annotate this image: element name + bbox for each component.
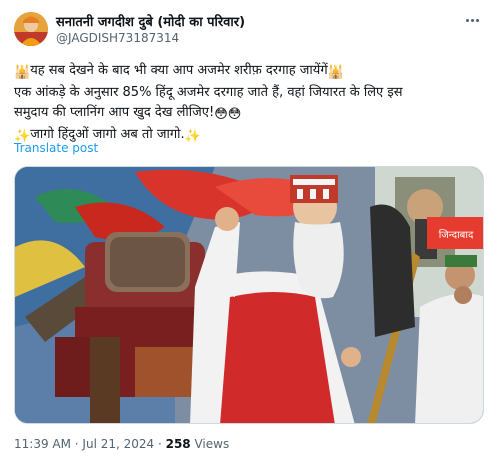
- tweet-line-2: एक आंकड़े के अनुसार 85% हिंदू अजमेर दरगा…: [14, 83, 484, 103]
- views-label: Views: [190, 437, 230, 451]
- author-avatar[interactable]: [14, 12, 48, 46]
- mosque-emoji-icon: 🕌: [14, 65, 31, 80]
- meta-separator: ·: [154, 437, 166, 451]
- post-date[interactable]: Jul 21, 2024: [82, 437, 154, 451]
- more-dots-icon: [465, 18, 469, 22]
- flushed-emoji-icon: 😳: [214, 107, 228, 122]
- more-options-button[interactable]: [461, 10, 483, 30]
- tweet-line-1: 🕌यह सब देखने के बाद भी क्या आप अजमेर शरी…: [14, 61, 484, 83]
- video-thumbnail-image: जिन्दाबाद: [15, 167, 483, 423]
- tweet-line-text: यह सब देखने के बाद भी क्या आप अजमेर शरीफ…: [30, 63, 328, 78]
- video-media[interactable]: जिन्दाबाद: [14, 166, 484, 424]
- views-count: 258: [165, 437, 191, 451]
- sparkles-emoji-icon: ✨: [184, 129, 201, 144]
- tweet-line-text: एक आंकड़े के अनुसार 85% हिंदू अजमेर दरगा…: [14, 85, 403, 100]
- post-metadata: 11:39 AM · Jul 21, 2024 · 258 Views: [14, 437, 229, 451]
- mosque-emoji-icon: 🕌: [327, 65, 344, 80]
- tweet-post: सनातनी जगदीश दुबे (मोदी का परिवार) @JAGD…: [0, 0, 497, 460]
- avatar-image: [14, 12, 48, 46]
- post-time[interactable]: 11:39 AM: [14, 437, 71, 451]
- banner-text: जिन्दाबाद: [439, 229, 474, 241]
- author-display-name[interactable]: सनातनी जगदीश दुबे (मोदी का परिवार): [56, 12, 245, 30]
- more-dots-icon: [470, 18, 474, 22]
- flushed-emoji-icon: 😳: [227, 107, 242, 122]
- tweet-line-3: समुदाय की प्लानिंग आप खुद देख लीजिए!😳😳: [14, 103, 484, 125]
- author-handle[interactable]: @JAGDISH73187314: [56, 31, 179, 45]
- translate-post-link[interactable]: Translate post: [14, 141, 98, 155]
- tweet-text: 🕌यह सब देखने के बाद भी क्या आप अजमेर शरी…: [14, 61, 484, 147]
- tweet-line-text: समुदाय की प्लानिंग आप खुद देख लीजिए!: [14, 105, 215, 120]
- meta-separator: ·: [70, 437, 83, 451]
- more-dots-icon: [475, 18, 479, 22]
- tweet-line-text: जागो हिंदुओं जागो अब तो जागो.: [30, 127, 185, 142]
